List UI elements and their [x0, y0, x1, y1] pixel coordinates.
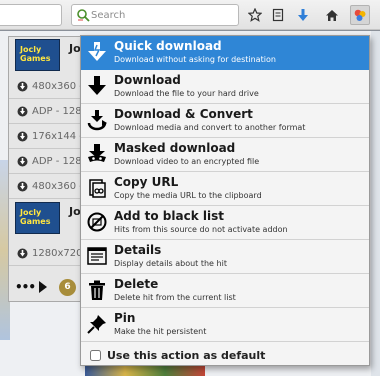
bookmark-star-icon: [248, 8, 262, 22]
pin-icon: [85, 312, 109, 336]
menu-item-pin[interactable]: Pin Make the hit persistent: [81, 308, 369, 342]
reading-list-button[interactable]: [268, 5, 288, 25]
menu-item-download-convert[interactable]: Download & Convert Download media and co…: [81, 104, 369, 138]
menu-item-title: Pin: [114, 311, 136, 325]
menu-item-description: Download video to an encrypted file: [114, 157, 260, 166]
hit-label: ADP - 128: [32, 105, 82, 117]
menu-item-title: Copy URL: [114, 175, 179, 189]
hits-footer: ••• 6: [9, 273, 87, 301]
hit-row[interactable]: 480x360 -: [9, 74, 87, 99]
download-arrow-icon: [85, 74, 109, 98]
hit-count-badge: 6: [59, 278, 77, 296]
menu-item-description: Delete hit from the current list: [114, 293, 236, 302]
more-button[interactable]: •••: [15, 280, 36, 294]
hit-row[interactable]: ADP - 128: [9, 99, 87, 124]
menu-item-title: Download & Convert: [114, 107, 253, 121]
video-downloadhelper-icon: [354, 9, 366, 21]
menu-item-description: Hits from this source do not activate ad…: [114, 225, 288, 234]
hit-thumbnail-row[interactable]: Jocly Games Jo: [9, 201, 87, 235]
download-small-icon: [17, 181, 28, 191]
menu-item-description: Make the hit persistent: [114, 327, 207, 336]
menu-item-title: Download: [114, 73, 181, 87]
menu-item-description: Download without asking for destination: [114, 55, 276, 64]
hit-thumbnail-row[interactable]: Jocly Games Jo: [9, 38, 87, 72]
menu-item-download[interactable]: Download Download the file to your hard …: [81, 70, 369, 104]
hit-label: 480x360 -: [32, 180, 83, 192]
hit-label: 176x144 -: [32, 130, 83, 142]
hit-label: ADP - 128: [32, 155, 82, 167]
copy-link-icon: [85, 176, 109, 200]
menu-item-title: Delete: [114, 277, 159, 291]
menu-item-masked-download[interactable]: Masked download Download video to an enc…: [81, 138, 369, 172]
default-action-label[interactable]: Use this action as default: [107, 349, 265, 362]
hit-thumbnail: Jocly Games: [15, 39, 60, 71]
default-action-checkbox[interactable]: [90, 349, 101, 361]
download-small-icon: [17, 131, 28, 141]
reading-list-icon: [272, 8, 284, 22]
default-action-row: Use this action as default: [81, 344, 369, 366]
page-right-edge: [371, 31, 380, 376]
menu-item-title: Add to black list: [114, 209, 224, 223]
video-downloadhelper-button[interactable]: [350, 5, 370, 25]
browser-toolbar: [0, 0, 380, 30]
downloads-button[interactable]: [293, 5, 313, 25]
hit-row[interactable]: 176x144 -: [9, 124, 87, 149]
downloads-arrow-icon: [298, 9, 308, 21]
menu-item-blacklist[interactable]: Add to black list Hits from this source …: [81, 206, 369, 240]
blacklist-icon: [85, 210, 109, 234]
details-icon: [85, 244, 109, 268]
search-box[interactable]: [71, 4, 239, 26]
hit-label: 1280x720: [32, 247, 83, 259]
download-small-icon: [17, 156, 28, 166]
thumbnail-text: Jocly Games: [20, 208, 51, 226]
url-bar[interactable]: [0, 4, 62, 26]
search-engine-icon: [77, 9, 90, 22]
play-icon[interactable]: [39, 281, 48, 293]
menu-item-delete[interactable]: Delete Delete hit from the current list: [81, 274, 369, 308]
convert-icon: [85, 108, 109, 132]
thumbnail-text: Jocly Games: [20, 45, 51, 63]
download-small-icon: [17, 81, 28, 91]
hit-title: Jo: [69, 205, 81, 218]
hit-row[interactable]: 1280x720: [9, 241, 87, 266]
menu-item-description: Download media and convert to another fo…: [114, 123, 306, 132]
menu-item-description: Display details about the hit: [114, 259, 227, 268]
menu-item-quick-download[interactable]: Quick download Download without asking f…: [81, 36, 369, 70]
home-icon: [326, 9, 338, 21]
hit-thumbnail: Jocly Games: [15, 202, 60, 234]
menu-item-copy-url[interactable]: Copy URL Copy the media URL to the clipb…: [81, 172, 369, 206]
menu-item-description: Copy the media URL to the clipboard: [114, 191, 262, 200]
menu-item-details[interactable]: Details Display details about the hit: [81, 240, 369, 274]
masked-download-icon: [85, 142, 109, 166]
search-input[interactable]: [91, 7, 231, 23]
hits-panel: Jocly Games Jo 480x360 - ADP - 128 176x1…: [8, 36, 88, 302]
menu-item-description: Download the file to your hard drive: [114, 89, 259, 98]
menu-item-title: Details: [114, 243, 162, 257]
menu-item-title: Masked download: [114, 141, 236, 155]
bookmark-star-button[interactable]: [245, 5, 265, 25]
hit-row[interactable]: ADP - 128: [9, 149, 87, 174]
hit-title: Jo: [69, 42, 81, 55]
home-button[interactable]: [322, 5, 342, 25]
download-small-icon: [17, 248, 28, 258]
hit-row[interactable]: 480x360 -: [9, 174, 87, 199]
action-menu: Quick download Download without asking f…: [80, 35, 370, 366]
quick-download-icon: [85, 40, 109, 64]
menu-item-title: Quick download: [114, 39, 222, 53]
hit-label: 480x360 -: [32, 80, 83, 92]
trash-icon: [85, 278, 109, 302]
download-small-icon: [17, 106, 28, 116]
